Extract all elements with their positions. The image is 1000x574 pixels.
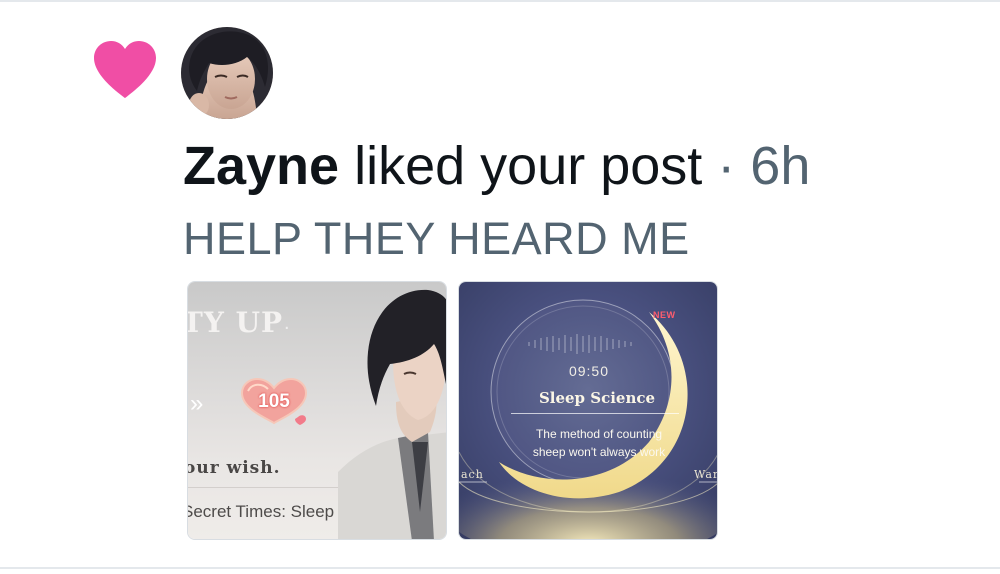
action-text: liked your post (354, 136, 703, 196)
media-2-time: 09:50 (568, 363, 610, 379)
media-2-right-label: War (694, 468, 718, 481)
bottom-divider (0, 567, 1000, 569)
media-1-badge-value: 105 (258, 391, 290, 412)
media-2-description: The method of counting sheep won't alway… (532, 427, 666, 459)
new-badge: NEW (653, 310, 676, 320)
double-chevron-icon: » (190, 390, 204, 417)
avatar[interactable] (181, 27, 273, 119)
media-1-divider (188, 487, 358, 488)
heart-icon (94, 41, 156, 98)
notification-headline: Zayne liked your post · 6h (183, 134, 810, 198)
media-2-left-label: ach (461, 468, 484, 481)
moon-illustration (459, 299, 717, 539)
user-name[interactable]: Zayne (183, 136, 339, 196)
media-thumbnail-1[interactable]: TY UP . » 105 our wish. Secret Times: Sl… (187, 281, 447, 540)
media-1-dot: . (284, 312, 290, 334)
character-illustration (338, 289, 446, 539)
media-2-title: Sleep Science (538, 389, 656, 407)
media-thumbnail-2[interactable]: NEW 09:50 Sleep Science The method of co… (458, 281, 718, 540)
post-text[interactable]: HELP THEY HEARD ME (183, 212, 690, 266)
separator: · (717, 136, 736, 196)
top-divider (0, 0, 1000, 2)
time-ago: 6h (750, 136, 811, 196)
media-1-wish-text: our wish. (187, 458, 281, 478)
media-2-divider (511, 413, 679, 414)
media-1-title-fragment: TY UP (187, 306, 284, 339)
